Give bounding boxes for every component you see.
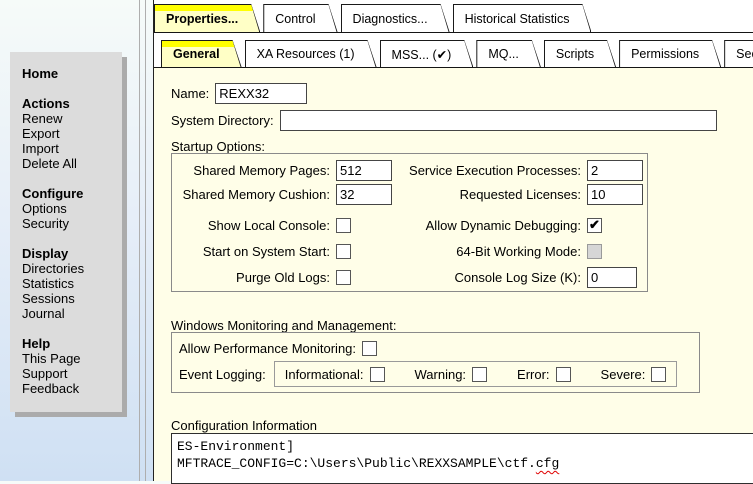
checkmark: ✔ xyxy=(589,218,600,231)
sidebar-header-actions: Actions xyxy=(22,96,118,111)
sidebar-item-journal[interactable]: Journal xyxy=(22,306,118,321)
shared-memory-pages-input[interactable] xyxy=(336,160,392,181)
frame-divider-right xyxy=(145,0,146,481)
allow-performance-monitoring-label: Allow Performance Monitoring: xyxy=(179,341,356,356)
tab-mss-label: MSS... (✔) xyxy=(392,47,452,62)
service-execution-processes-label: Service Execution Processes: xyxy=(406,163,587,178)
allow-dynamic-debugging-checkbox[interactable]: ✔ xyxy=(587,218,602,233)
service-execution-processes-input[interactable] xyxy=(587,160,643,181)
warning-checkbox[interactable] xyxy=(472,367,487,382)
sidebar-item-renew[interactable]: Renew xyxy=(22,111,118,126)
allow-performance-monitoring-checkbox[interactable] xyxy=(362,341,377,356)
requested-licenses-label: Requested Licenses: xyxy=(406,187,587,202)
tab-mq[interactable]: MQ... xyxy=(476,40,541,67)
purge-old-logs-label: Purge Old Logs: xyxy=(179,270,336,285)
shared-memory-cushion-input[interactable] xyxy=(336,184,392,205)
tab-properties[interactable]: Properties... xyxy=(154,4,260,32)
tab-properties-label: Properties... xyxy=(166,12,238,26)
windows-monitoring-group: Allow Performance Monitoring: Event Logg… xyxy=(171,332,700,393)
error-label: Error: xyxy=(517,367,550,382)
tab-scripts-label: Scripts xyxy=(556,47,594,61)
purge-old-logs-checkbox[interactable] xyxy=(336,270,351,285)
tab-diagnostics[interactable]: Diagnostics... xyxy=(341,4,450,32)
sidebar-header-help: Help xyxy=(22,336,118,351)
sidebar-item-import[interactable]: Import xyxy=(22,141,118,156)
requested-licenses-input[interactable] xyxy=(587,184,643,205)
sidebar-item-security[interactable]: Security xyxy=(22,216,118,231)
tab-xa-resources[interactable]: XA Resources (1) xyxy=(245,40,377,67)
64-bit-working-mode-label: 64-Bit Working Mode: xyxy=(406,244,587,259)
sidebar-item-support[interactable]: Support xyxy=(22,366,118,381)
sidebar-group-configure: Configure Options Security xyxy=(22,186,118,231)
system-directory-input[interactable] xyxy=(280,110,717,131)
sidebar-item-home[interactable]: Home xyxy=(22,66,118,81)
64-bit-working-mode-checkbox xyxy=(587,244,602,259)
informational-label: Informational: xyxy=(285,367,364,382)
name-input[interactable] xyxy=(215,83,307,104)
config-line-1: ES-Environment] xyxy=(177,439,294,454)
tab-historical-statistics-label: Historical Statistics xyxy=(465,12,570,26)
tab-permissions[interactable]: Permissions xyxy=(619,40,721,67)
sidebar-item-directories[interactable]: Directories xyxy=(22,261,118,276)
event-logging-label: Event Logging: xyxy=(179,367,266,382)
sidebar-item-options[interactable]: Options xyxy=(22,201,118,216)
sidebar-group-actions: Actions Renew Export Import Delete All xyxy=(22,96,118,171)
tab-scripts[interactable]: Scripts xyxy=(544,40,616,67)
name-label: Name: xyxy=(171,86,209,101)
sidebar-group-help: Help This Page Support Feedback xyxy=(22,336,118,396)
informational-checkbox[interactable] xyxy=(370,367,385,382)
show-local-console-checkbox[interactable] xyxy=(336,218,351,233)
sidebar-item-statistics[interactable]: Statistics xyxy=(22,276,118,291)
primary-tab-bar: Properties... Control Diagnostics... His… xyxy=(154,0,753,33)
severe-checkbox[interactable] xyxy=(651,367,666,382)
tab-permissions-label: Permissions xyxy=(631,47,699,61)
tab-general[interactable]: General xyxy=(161,40,242,67)
sidebar-group-display: Display Directories Statistics Sessions … xyxy=(22,246,118,321)
startup-options-group: Shared Memory Pages: Service Execution P… xyxy=(171,153,648,292)
console-log-size-input[interactable] xyxy=(587,267,637,288)
tab-security[interactable]: Security xyxy=(724,40,753,67)
console-log-size-label: Console Log Size (K): xyxy=(406,270,587,285)
tab-mq-label: MQ... xyxy=(488,47,519,61)
error-checkbox[interactable] xyxy=(556,367,571,382)
severe-label: Severe: xyxy=(601,367,646,382)
sidebar-header-configure: Configure xyxy=(22,186,118,201)
start-on-system-start-checkbox[interactable] xyxy=(336,244,351,259)
sidebar-item-delete-all[interactable]: Delete All xyxy=(22,156,118,171)
show-local-console-label: Show Local Console: xyxy=(179,218,336,233)
windows-monitoring-title: Windows Monitoring and Management: xyxy=(171,318,396,333)
tab-diagnostics-label: Diagnostics... xyxy=(353,12,428,26)
shared-memory-cushion-label: Shared Memory Cushion: xyxy=(179,187,336,202)
tab-control[interactable]: Control xyxy=(263,4,337,32)
general-tab-content: Name: System Directory: Startup Options:… xyxy=(154,68,753,481)
frame-divider-left xyxy=(139,0,140,481)
shared-memory-pages-label: Shared Memory Pages: xyxy=(179,163,336,178)
tab-historical-statistics[interactable]: Historical Statistics xyxy=(453,4,592,32)
secondary-tab-bar: General XA Resources (1) MSS... (✔) MQ..… xyxy=(154,33,753,68)
tab-control-label: Control xyxy=(275,12,315,26)
start-on-system-start-label: Start on System Start: xyxy=(179,244,336,259)
config-line-2: MFTRACE_CONFIG=C:\Users\Public\REXXSAMPL… xyxy=(177,456,559,471)
startup-options-title: Startup Options: xyxy=(171,139,265,154)
server-properties-panel: Properties... Control Diagnostics... His… xyxy=(153,0,753,481)
sidebar-nav: Home Actions Renew Export Import Delete … xyxy=(10,52,122,412)
sidebar-header-display: Display xyxy=(22,246,118,261)
tab-xa-resources-label: XA Resources (1) xyxy=(257,47,355,61)
sidebar-item-sessions[interactable]: Sessions xyxy=(22,291,118,306)
configuration-information-title: Configuration Information xyxy=(171,418,317,433)
configuration-information-textarea[interactable]: ES-Environment] MFTRACE_CONFIG=C:\Users\… xyxy=(171,433,753,484)
sidebar-item-feedback[interactable]: Feedback xyxy=(22,381,118,396)
sidebar-item-this-page[interactable]: This Page xyxy=(22,351,118,366)
sidebar-item-export[interactable]: Export xyxy=(22,126,118,141)
tab-general-label: General xyxy=(173,47,220,61)
warning-label: Warning: xyxy=(415,367,467,382)
system-directory-label: System Directory: xyxy=(171,113,274,128)
tab-mss[interactable]: MSS... (✔) xyxy=(380,40,474,67)
event-logging-levels-group: Informational: Warning: Error: Severe: xyxy=(274,361,678,387)
misspelled-word: cfg xyxy=(536,456,559,471)
tab-security-label: Security xyxy=(736,47,753,61)
allow-dynamic-debugging-label: Allow Dynamic Debugging: xyxy=(406,218,587,233)
